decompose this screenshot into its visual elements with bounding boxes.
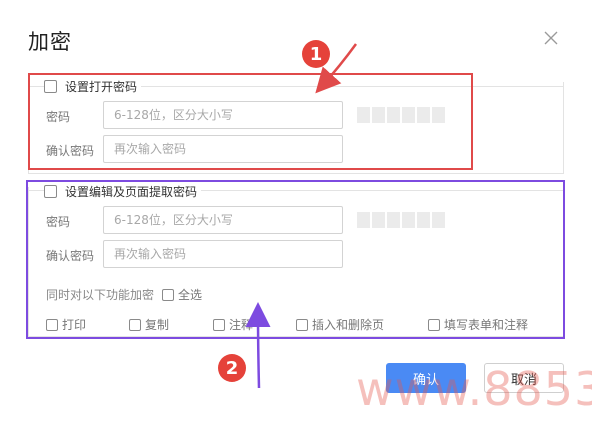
- copy-checkbox[interactable]: [129, 318, 141, 331]
- annotate-label: 注释: [229, 318, 254, 332]
- fill-forms-checkbox[interactable]: [428, 318, 440, 331]
- select-all-label: 全选: [178, 288, 203, 302]
- edit-password-input[interactable]: [103, 206, 343, 234]
- confirm-button[interactable]: 确认: [386, 363, 466, 393]
- open-password-input[interactable]: [103, 101, 343, 129]
- option-print[interactable]: 打印: [46, 316, 86, 333]
- option-fill-forms[interactable]: 填写表单和注释: [428, 316, 528, 333]
- edit-password-checkbox-label: 设置编辑及页面提取密码: [65, 185, 198, 199]
- cancel-button[interactable]: 取消: [484, 363, 564, 393]
- open-password-label: 密码: [46, 110, 71, 124]
- edit-confirm-input[interactable]: [103, 240, 343, 268]
- open-password-toggle[interactable]: 设置打开密码: [44, 78, 142, 95]
- insert-delete-pages-checkbox[interactable]: [296, 318, 308, 331]
- option-annotate[interactable]: 注释: [213, 316, 253, 333]
- edit-confirm-label: 确认密码: [46, 249, 95, 263]
- fill-forms-label: 填写表单和注释: [444, 318, 529, 332]
- edit-password-label: 密码: [46, 215, 71, 229]
- restrict-hint: 同时对以下功能加密: [46, 288, 155, 302]
- edit-password-checkbox[interactable]: [44, 185, 57, 198]
- print-checkbox[interactable]: [46, 318, 58, 331]
- annotation-badge-2: 2: [218, 354, 246, 382]
- open-password-strength-meter: [357, 107, 445, 123]
- copy-label: 复制: [145, 318, 170, 332]
- open-confirm-label: 确认密码: [46, 144, 95, 158]
- select-all-option[interactable]: 全选: [162, 286, 202, 303]
- open-password-checkbox[interactable]: [44, 80, 57, 93]
- print-label: 打印: [62, 318, 87, 332]
- insert-delete-pages-label: 插入和删除页: [312, 318, 385, 332]
- edit-password-strength-meter: [357, 212, 445, 228]
- option-copy[interactable]: 复制: [129, 316, 169, 333]
- select-all-checkbox[interactable]: [162, 288, 174, 301]
- close-icon[interactable]: [542, 29, 560, 47]
- open-password-checkbox-label: 设置打开密码: [65, 80, 138, 94]
- annotation-badge-1: 1: [302, 40, 330, 68]
- open-confirm-input[interactable]: [103, 135, 343, 163]
- edit-password-toggle[interactable]: 设置编辑及页面提取密码: [44, 183, 202, 200]
- dialog-title: 加密: [28, 30, 72, 54]
- option-insert-delete-pages[interactable]: 插入和删除页: [296, 316, 384, 333]
- annotate-checkbox[interactable]: [213, 318, 225, 331]
